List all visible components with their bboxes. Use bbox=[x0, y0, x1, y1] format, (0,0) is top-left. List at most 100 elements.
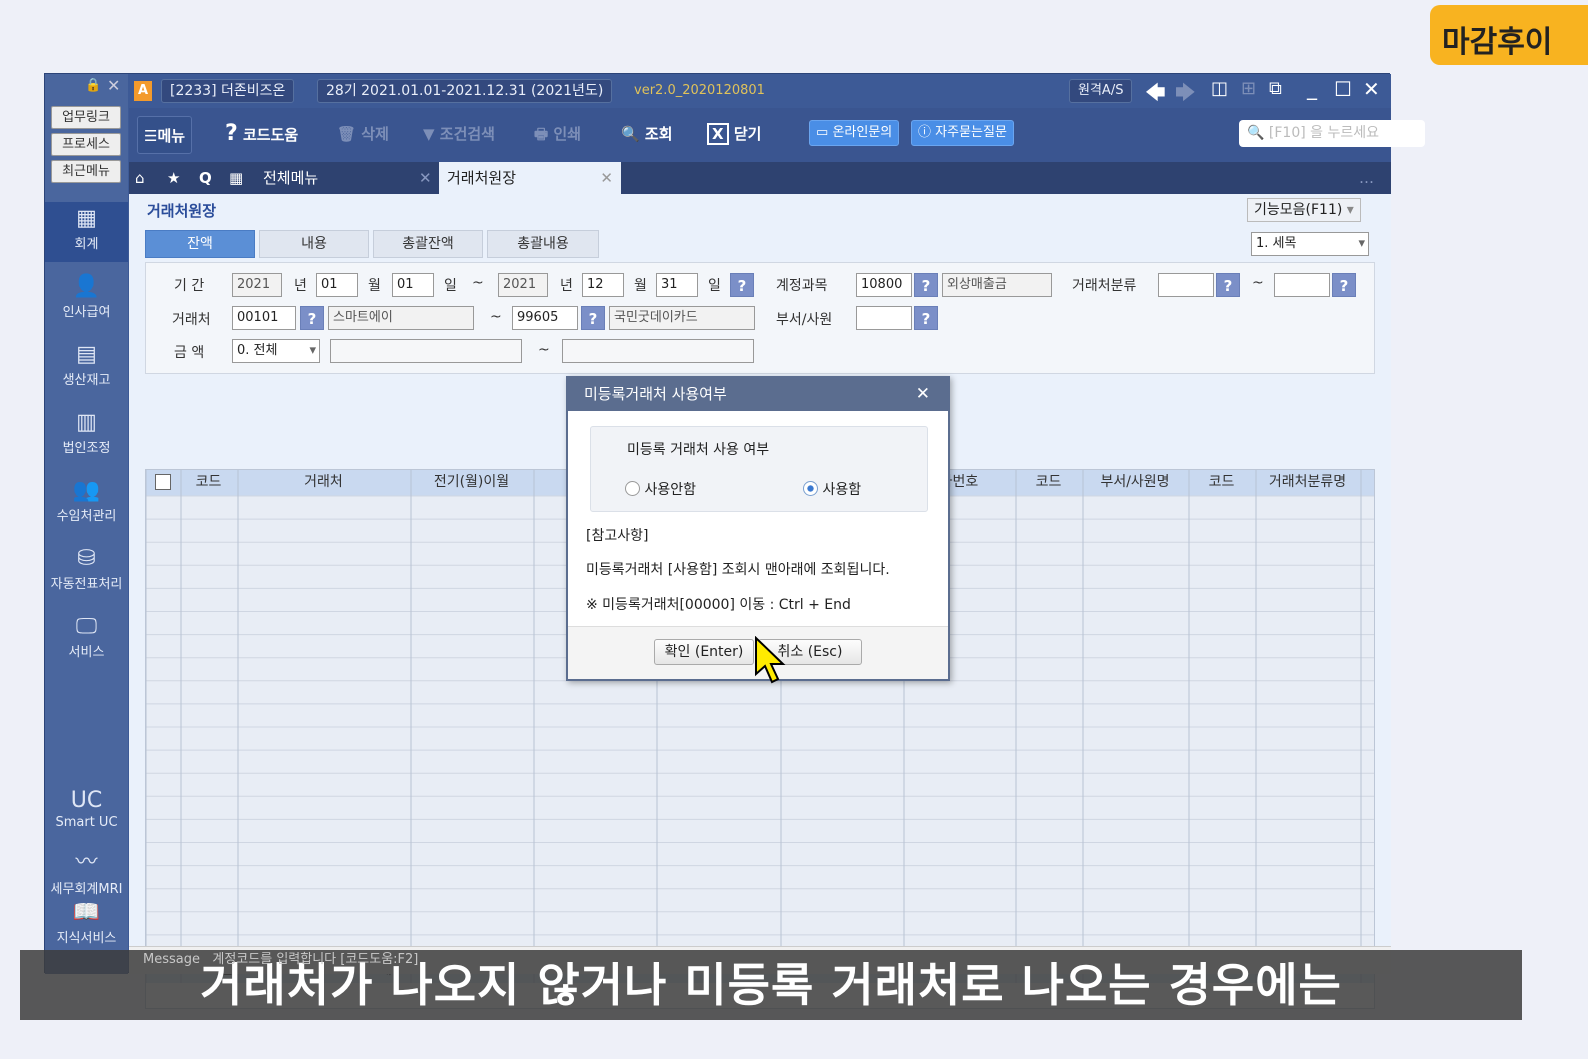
forward-arrow-icon[interactable]: 🡆 bbox=[1175, 78, 1196, 112]
window-close-icon[interactable]: ✕ bbox=[1363, 77, 1380, 101]
maximize-icon[interactable]: ☐ bbox=[1334, 77, 1352, 101]
global-search-input[interactable]: 🔍 [F10] 을 누르세요 bbox=[1239, 120, 1425, 147]
more-icon[interactable]: … bbox=[1359, 162, 1374, 194]
book-icon[interactable]: ◫ bbox=[1211, 78, 1228, 99]
column-header[interactable]: 코드 bbox=[1015, 471, 1082, 493]
sidebar-item[interactable]: ⛁ 자동전표처리 bbox=[45, 542, 128, 602]
message-label: Message bbox=[143, 952, 200, 967]
windows-icon[interactable]: ⧉ bbox=[1269, 78, 1282, 99]
home-icon[interactable]: ⌂ bbox=[135, 162, 145, 194]
back-arrow-icon[interactable]: 🡄 bbox=[1145, 78, 1166, 112]
grid-icon[interactable]: ⊞ bbox=[1241, 78, 1256, 99]
sidebar-item[interactable]: 👥 수임처관리 bbox=[45, 474, 128, 534]
amount-select[interactable]: 0. 전체 ▾ bbox=[232, 339, 320, 363]
dept-field[interactable] bbox=[856, 306, 912, 330]
filter-button[interactable]: ▼ 조건검색 bbox=[423, 120, 495, 148]
calendar-icon[interactable]: ▦ bbox=[229, 162, 243, 194]
ok-button[interactable]: 확인 (Enter) bbox=[654, 639, 754, 665]
to-year-field[interactable]: 2021 bbox=[498, 273, 548, 297]
sidebar-item[interactable]: 🖵 서비스 bbox=[45, 610, 128, 670]
amount-from-field[interactable] bbox=[330, 339, 522, 363]
tab-close-icon[interactable]: ✕ bbox=[419, 162, 432, 194]
amount-to-field[interactable] bbox=[562, 339, 754, 363]
radio-not-use[interactable]: 사용안함 bbox=[625, 479, 696, 499]
tab-all-menu[interactable]: 전체메뉴 bbox=[263, 162, 318, 194]
work-link-button[interactable]: 업무링크 bbox=[51, 106, 121, 129]
amount-select-value: 0. 전체 bbox=[237, 343, 278, 358]
class-help-button[interactable]: ? bbox=[1216, 273, 1240, 297]
date-help-button[interactable]: ? bbox=[730, 273, 754, 297]
select-all-checkbox[interactable] bbox=[155, 474, 171, 490]
to-day-field[interactable]: 31 bbox=[656, 273, 698, 297]
sidebar-item[interactable]: 〰 세무회계MRI bbox=[45, 840, 128, 900]
subtab-content[interactable]: 내용 bbox=[259, 230, 369, 258]
subtab-balance[interactable]: 잔액 bbox=[145, 230, 255, 258]
lock-icon[interactable]: 🔒 bbox=[85, 78, 101, 93]
magnifier-icon: 🔍 bbox=[621, 125, 640, 143]
view-select[interactable]: 1. 세목 ▾ bbox=[1251, 232, 1369, 256]
close-icon[interactable]: ✕ bbox=[107, 76, 120, 95]
period-selector[interactable]: 28기 2021.01.01-2021.12.31 (2021년도) bbox=[317, 79, 613, 103]
sidebar-item-label: 법인조정 bbox=[62, 441, 111, 456]
to-month-field[interactable]: 12 bbox=[582, 273, 624, 297]
functions-label: 기능모음(F11) bbox=[1254, 202, 1343, 218]
remote-as-button[interactable]: 원격A/S bbox=[1069, 79, 1133, 103]
vendor-class-to-field[interactable] bbox=[1274, 273, 1330, 297]
vendor-from-code-field[interactable]: 00101 bbox=[232, 306, 296, 330]
uc-icon: UC bbox=[70, 788, 103, 813]
vendor-help-button[interactable]: ? bbox=[300, 306, 324, 330]
subtab-total-content[interactable]: 총괄내용 bbox=[487, 230, 599, 258]
vendor-to-code-field[interactable]: 99605 bbox=[512, 306, 578, 330]
subtab-total-balance[interactable]: 총괄잔액 bbox=[373, 230, 483, 258]
close-button[interactable]: X 닫기 bbox=[707, 120, 761, 148]
star-icon[interactable]: ★ bbox=[167, 162, 180, 194]
dialog-close-icon[interactable]: ✕ bbox=[916, 378, 930, 411]
column-header[interactable]: 전기(월)이월 bbox=[410, 471, 533, 493]
print-label: 인쇄 bbox=[553, 125, 582, 143]
column-header[interactable]: 부서/사원명 bbox=[1082, 471, 1188, 493]
sidebar-item[interactable]: 👤 인사급여 bbox=[45, 270, 128, 330]
vendor-label: 거래처 bbox=[172, 312, 211, 328]
book-icon: 📖 bbox=[72, 900, 101, 925]
sidebar-item[interactable]: ▤ 생산재고 bbox=[45, 338, 128, 398]
dept-help-button[interactable]: ? bbox=[914, 306, 938, 330]
from-year-field[interactable]: 2021 bbox=[232, 273, 282, 297]
vendor-help-button[interactable]: ? bbox=[581, 306, 605, 330]
unit: 일 bbox=[444, 278, 457, 294]
account-code-field[interactable]: 10800 bbox=[856, 273, 912, 297]
from-day-field[interactable]: 01 bbox=[392, 273, 434, 297]
menu-button[interactable]: ☰메뉴 bbox=[137, 116, 193, 154]
recent-menu-button[interactable]: 최근메뉴 bbox=[51, 160, 121, 183]
sidebar-item-label: Smart UC bbox=[55, 815, 118, 830]
company-selector[interactable]: [2233] 더존비즈온 bbox=[161, 79, 295, 103]
sidebar-item[interactable]: ▥ 법인조정 bbox=[45, 406, 128, 466]
online-inquiry-button[interactable]: ▭ 온라인문의 bbox=[809, 120, 900, 146]
column-header[interactable]: 거래처분류명 bbox=[1255, 471, 1360, 493]
quick-search-icon[interactable]: Q bbox=[199, 162, 212, 194]
faq-button[interactable]: ⓘ 자주묻는질문 bbox=[911, 120, 1014, 146]
account-help-button[interactable]: ? bbox=[914, 273, 938, 297]
column-header[interactable]: 코드 bbox=[1188, 471, 1255, 493]
sidebar-item[interactable]: 📖 지식서비스 bbox=[45, 896, 128, 956]
tab-close-icon[interactable]: ✕ bbox=[600, 162, 613, 194]
radio-selected-icon bbox=[803, 481, 818, 496]
tab-vendor-ledger[interactable]: 거래처원장 ✕ bbox=[439, 162, 621, 194]
class-help-button[interactable]: ? bbox=[1332, 273, 1356, 297]
radio-use[interactable]: 사용함 bbox=[803, 479, 861, 499]
column-header[interactable]: 거래처 bbox=[237, 471, 410, 493]
functions-dropdown[interactable]: 기능모음(F11) ▾ bbox=[1247, 198, 1361, 222]
delete-button[interactable]: 🗑 삭제 bbox=[337, 120, 389, 148]
sidebar-item[interactable]: ▦ 회계 bbox=[45, 202, 128, 262]
search-button[interactable]: 🔍 조회 bbox=[621, 120, 673, 148]
tab-bar: ⌂ ★ Q ▦ 전체메뉴 ✕ 거래처원장 ✕ … bbox=[129, 162, 1391, 194]
print-button[interactable]: 🖶 인쇄 bbox=[534, 120, 581, 148]
process-button[interactable]: 프로세스 bbox=[51, 133, 121, 156]
from-month-field[interactable]: 01 bbox=[316, 273, 358, 297]
option-group: 미등록 거래처 사용 여부 사용안함 사용함 bbox=[590, 426, 928, 512]
people-icon: 👥 bbox=[72, 478, 101, 503]
minimize-icon[interactable]: _ bbox=[1307, 76, 1317, 100]
column-header[interactable]: 코드 bbox=[180, 471, 237, 493]
sidebar-item[interactable]: UC Smart UC bbox=[45, 784, 128, 844]
vendor-class-from-field[interactable] bbox=[1158, 273, 1214, 297]
code-help-button[interactable]: ? 코드도움 bbox=[225, 120, 298, 148]
